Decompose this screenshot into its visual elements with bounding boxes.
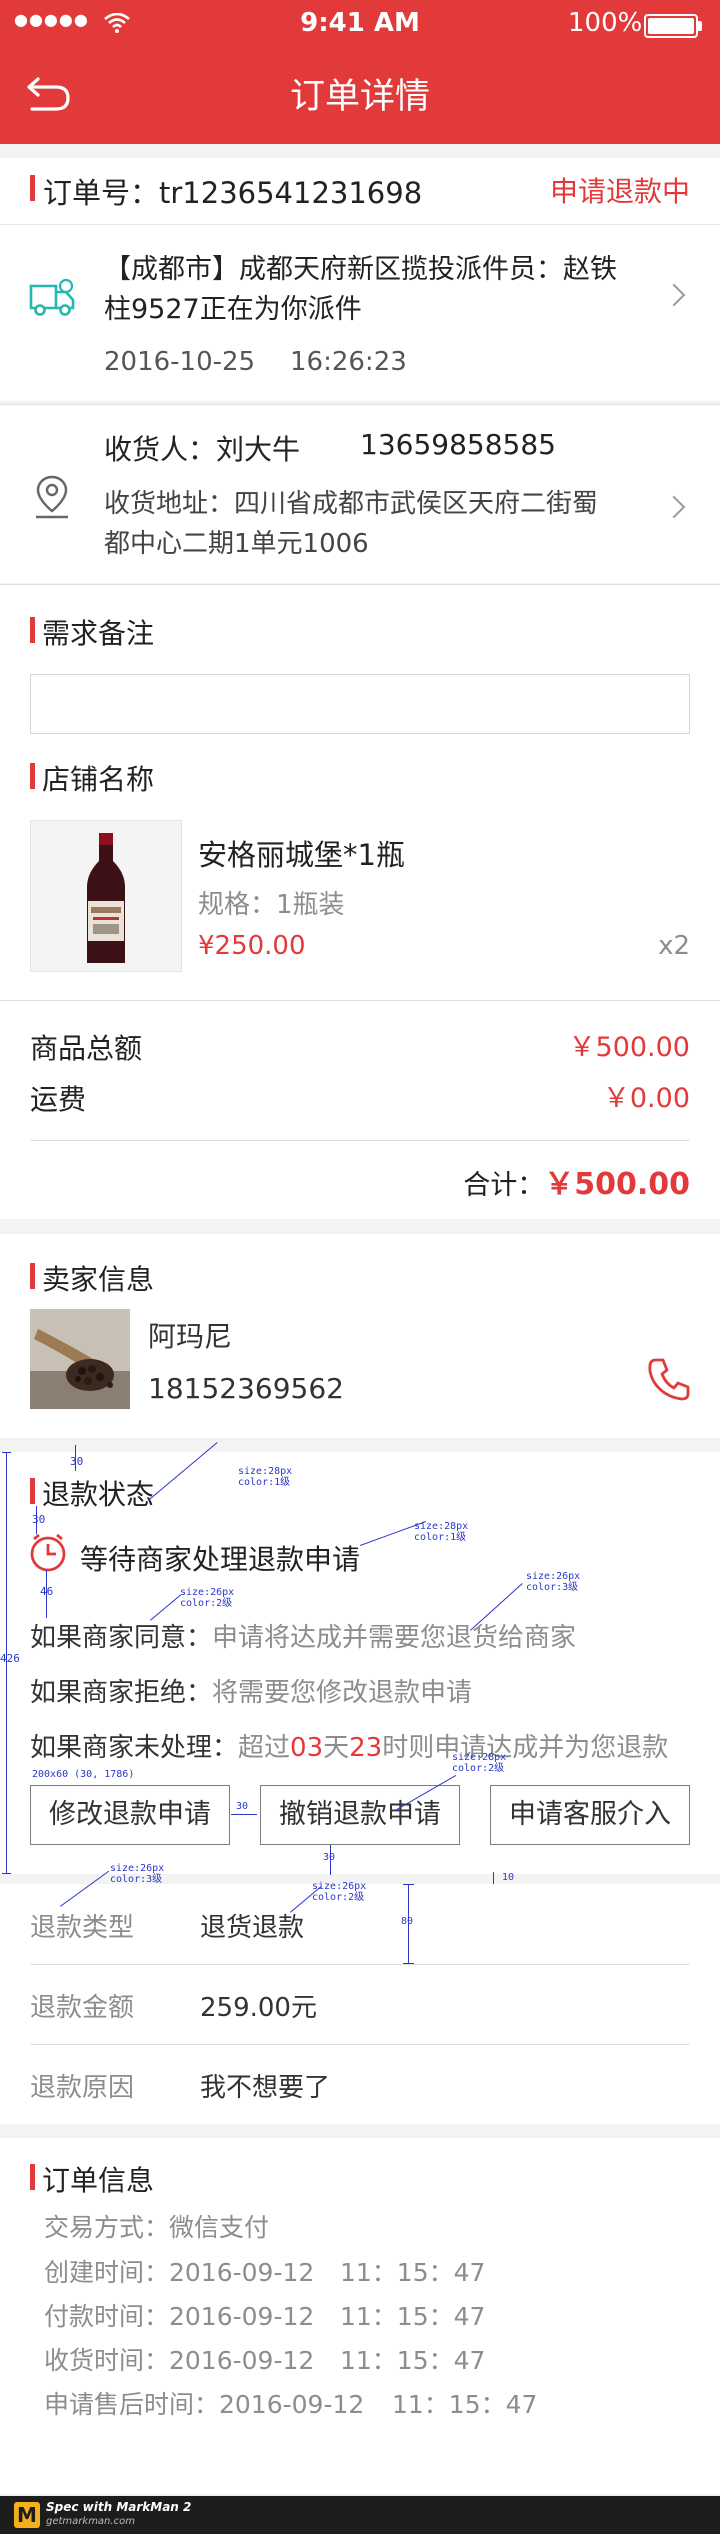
modify-refund-button[interactable]: 修改退款申请 (30, 1785, 230, 1845)
annotation-spec: size:26px color:3级 (526, 1571, 581, 1593)
header: ●●●●● 9:41 AM 100% 订单详情 (0, 0, 720, 144)
annotation-dim: 30 (323, 1852, 336, 1863)
annotation-spec: size:26px color:2级 (312, 1881, 367, 1903)
phone-icon[interactable] (646, 1356, 692, 1402)
annotation-dim: 46 (40, 1585, 54, 1598)
goods-total-value: ￥500.00 (568, 1032, 690, 1063)
annotation-spec: size:28px color:1级 (414, 1521, 469, 1543)
refund-type-label: 退款类型 (30, 1913, 135, 1943)
annotation-spec: size:26px color:3级 (110, 1863, 165, 1885)
customer-service-button[interactable]: 申请客服介入 (490, 1785, 690, 1845)
product-image (30, 820, 182, 972)
markman-line2: getmarkman.com (46, 2516, 135, 2527)
seller-name: 阿玛尼 (148, 1320, 233, 1353)
refund-reason-value: 我不想要了 (200, 2073, 331, 2103)
product-quantity: x2 (658, 931, 690, 961)
sum-row: 合计：￥500.00 (463, 1159, 690, 1203)
annotation-spec: 200x60 (30, 1786) (32, 1769, 135, 1780)
annotation-spec: size:28px color:2级 (452, 1752, 507, 1774)
seller-avatar (30, 1309, 130, 1409)
receive-time-value: 11：15：47 (340, 2346, 486, 2375)
annotation-spec: size:28px color:1级 (238, 1466, 293, 1488)
logistics-time: 16:26:23 (290, 347, 407, 377)
sum-label: 合计： (463, 1170, 545, 1201)
markman-footer: M Spec with MarkMan 2 getmarkman.com (0, 2496, 720, 2534)
receiver-address: 收货地址：四川省成都市武侯区天府二街蜀都中心二期1单元1006 (104, 489, 599, 559)
refund-amount-label: 退款金额 (30, 1993, 135, 2023)
refund-type-value: 退货退款 (200, 1913, 305, 1943)
annotation-spec: size:26px color:2级 (180, 1587, 235, 1609)
receive-time-label: 收货时间：2016-09-12 (44, 2346, 315, 2375)
aftersale-time-value: 11：15：47 (392, 2390, 538, 2419)
battery-percent: 100% (568, 8, 643, 38)
seller-phone: 18152369562 (148, 1372, 344, 1405)
clock-icon (30, 1533, 66, 1572)
remark-title: 需求备注 (42, 617, 155, 650)
pay-method: 交易方式：微信支付 (44, 2213, 270, 2242)
battery-icon (644, 14, 698, 38)
sum-value: ￥500.00 (544, 1167, 690, 1202)
annotation-dim: 426 (0, 1652, 20, 1665)
annotation-dim: 30 (70, 1455, 84, 1468)
cancel-refund-button[interactable]: 撤销退款申请 (260, 1785, 460, 1845)
refund-noaction: 如果商家未处理：超过03天23时则申请达成并为您退款 (30, 1733, 669, 1763)
annotation-dim: 30 (236, 1801, 249, 1812)
pay-time-label: 付款时间：2016-09-12 (44, 2302, 315, 2331)
refund-agree: 如果商家同意：申请将达成并需要您退货给商家 (30, 1623, 577, 1653)
product-name: 安格丽城堡*1瓶 (198, 838, 405, 872)
annotation-dim: 80 (401, 1916, 414, 1927)
freight-value: ￥0.00 (602, 1083, 690, 1114)
page-title: 订单详情 (289, 77, 430, 117)
annotation-dim: 30 (32, 1513, 46, 1526)
create-time-value: 11：15：47 (340, 2258, 486, 2287)
remark-input[interactable] (30, 674, 690, 734)
markman-logo: M (14, 2502, 40, 2528)
refund-waiting: 等待商家处理退款申请 (80, 1543, 361, 1576)
refund-reject: 如果商家拒绝：将需要您修改退款申请 (30, 1678, 473, 1708)
refund-status-title: 退款状态 (42, 1478, 155, 1511)
product-price: ¥250.00 (198, 931, 306, 961)
receiver-phone: 13659858585 (360, 428, 556, 461)
freight-label: 运费 (30, 1083, 87, 1116)
seller-title: 卖家信息 (42, 1263, 155, 1296)
product-spec: 规格：1瓶装 (198, 890, 345, 920)
shop-title: 店铺名称 (42, 763, 155, 796)
goods-total-label: 商品总额 (30, 1032, 143, 1065)
annotation-dim: 10 (502, 1872, 515, 1883)
logistics-date: 2016-10-25 (104, 347, 256, 377)
pay-time-value: 11：15：47 (340, 2302, 486, 2331)
refund-reason-label: 退款原因 (30, 2073, 135, 2103)
refund-amount-value: 259.00元 (200, 1993, 317, 2023)
truck-icon (29, 278, 75, 316)
receiver-name: 收货人：刘大牛 (104, 433, 301, 466)
logistics-text: 【成都市】成都天府新区揽投派件员：赵铁柱9527正在为你派件 (104, 254, 617, 325)
order-status: 申请退款中 (549, 175, 690, 208)
order-info-title: 订单信息 (42, 2164, 155, 2197)
markman-line1: Spec with MarkMan 2 (46, 2500, 192, 2514)
aftersale-time-label: 申请售后时间：2016-09-12 (44, 2390, 365, 2419)
order-number: 订单号：tr1236541231698 (43, 176, 423, 210)
create-time-label: 创建时间：2016-09-12 (44, 2258, 315, 2287)
location-pin-icon (36, 475, 68, 519)
